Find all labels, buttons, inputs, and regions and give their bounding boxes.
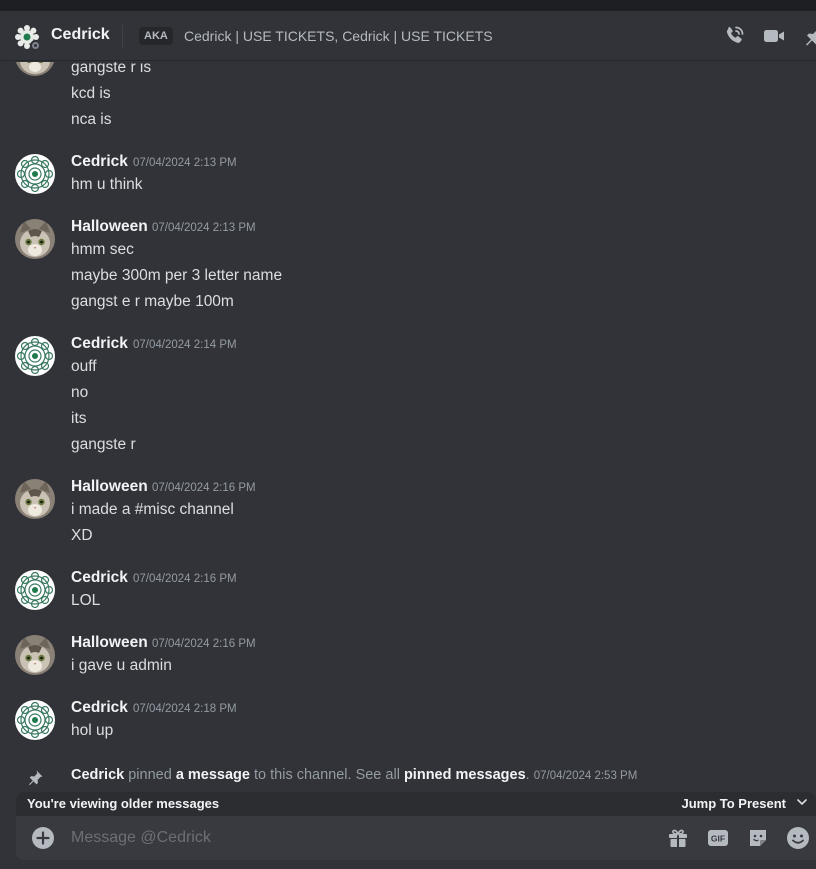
older-messages-bar: You're viewing older messages Jump To Pr…: [16, 792, 816, 816]
message-line: gangst e r maybe 100m: [71, 293, 234, 310]
message-line: gangste r: [71, 436, 136, 453]
message-input[interactable]: [71, 827, 611, 849]
avatar[interactable]: [15, 479, 55, 519]
flower-avatar-icon: [15, 154, 55, 194]
message-timestamp: 07/04/2024 2:18 PM: [133, 703, 237, 715]
message-line: i made a #misc channel: [71, 501, 234, 518]
aka-badge: AKA: [139, 27, 173, 45]
message-author[interactable]: Halloween: [71, 478, 148, 496]
message-author[interactable]: Cedrick: [71, 153, 128, 171]
avatar[interactable]: [15, 336, 55, 376]
message-line: maybe 300m per 3 letter name: [71, 267, 283, 284]
pin-text: pinned: [124, 767, 176, 783]
message-timestamp: 07/04/2024 2:16 PM: [133, 573, 237, 585]
window-top-strip: [0, 0, 816, 11]
gif-icon[interactable]: GIF: [706, 826, 730, 850]
add-attachment-icon[interactable]: [31, 826, 55, 850]
message-author[interactable]: Halloween: [71, 634, 148, 652]
pin-icon: [29, 770, 43, 786]
message-author[interactable]: Cedrick: [71, 569, 128, 587]
message-author[interactable]: Halloween: [71, 218, 148, 236]
video-call-icon[interactable]: [762, 24, 786, 48]
message-line: XD: [71, 527, 93, 544]
avatar[interactable]: [15, 219, 55, 259]
message-list[interactable]: gangste r is kcd is nca is Cedrick 07/04…: [0, 62, 816, 792]
message-line: no: [71, 384, 89, 401]
message-timestamp: 07/04/2024 2:16 PM: [152, 638, 256, 650]
message-timestamp: 07/04/2024 2:16 PM: [152, 482, 256, 494]
gift-icon[interactable]: [666, 826, 690, 850]
cat-avatar-icon: [15, 635, 55, 675]
message-line: hol up: [71, 722, 114, 739]
message-line: hmm sec: [71, 241, 134, 258]
cat-avatar-icon: [15, 479, 55, 519]
message-line: i gave u admin: [71, 657, 172, 674]
pinned-messages-link[interactable]: pinned messages: [404, 767, 526, 783]
pin-author[interactable]: Cedrick: [71, 767, 124, 783]
message-line: LOL: [71, 592, 101, 609]
aka-names: Cedrick | USE TICKETS, Cedrick | USE TIC…: [184, 28, 493, 44]
pin-text: to this channel. See all: [249, 767, 404, 783]
avatar[interactable]: [15, 570, 55, 610]
message-line: nca is: [71, 111, 112, 128]
jump-to-present-button[interactable]: Jump To Present: [681, 796, 786, 811]
emoji-icon[interactable]: [786, 826, 810, 850]
dm-title[interactable]: Cedrick: [51, 26, 110, 44]
avatar[interactable]: [15, 700, 55, 740]
older-messages-notice: You're viewing older messages: [27, 796, 220, 811]
message-line: its: [71, 410, 87, 427]
offline-status-icon: [30, 40, 41, 51]
pinned-message-link[interactable]: a message: [176, 767, 250, 783]
pin-text: .: [525, 767, 534, 783]
chevron-down-icon[interactable]: [796, 796, 808, 808]
flower-avatar-icon: [15, 336, 55, 376]
dm-header: Cedrick AKA Cedrick | USE TICKETS, Cedri…: [0, 11, 816, 61]
message-line: kcd is: [71, 85, 111, 102]
message-author[interactable]: Cedrick: [71, 699, 128, 717]
message-timestamp: 07/04/2024 2:13 PM: [152, 222, 256, 234]
flower-avatar-icon: [15, 700, 55, 740]
phone-call-icon[interactable]: [722, 24, 746, 48]
pin-system-message: Cedrick pinned a message to this channel…: [0, 767, 816, 789]
avatar[interactable]: [15, 635, 55, 675]
cat-avatar-icon: [15, 62, 55, 76]
pinned-messages-icon[interactable]: [802, 24, 816, 48]
svg-text:GIF: GIF: [711, 834, 725, 844]
message-timestamp: 07/04/2024 2:14 PM: [133, 339, 237, 351]
message-line: hm u think: [71, 176, 143, 193]
message-timestamp: 07/04/2024 2:13 PM: [133, 157, 237, 169]
header-divider: [122, 25, 123, 49]
avatar[interactable]: [15, 62, 55, 76]
flower-avatar-icon: [15, 570, 55, 610]
message-composer: GIF: [16, 816, 816, 860]
message-line: gangste r is: [71, 62, 152, 76]
message-line: ouff: [71, 358, 97, 375]
sticker-icon[interactable]: [746, 826, 770, 850]
message-author[interactable]: Cedrick: [71, 335, 128, 353]
cat-avatar-icon: [15, 219, 55, 259]
pin-timestamp: 07/04/2024 2:53 PM: [533, 770, 638, 782]
avatar[interactable]: [15, 154, 55, 194]
